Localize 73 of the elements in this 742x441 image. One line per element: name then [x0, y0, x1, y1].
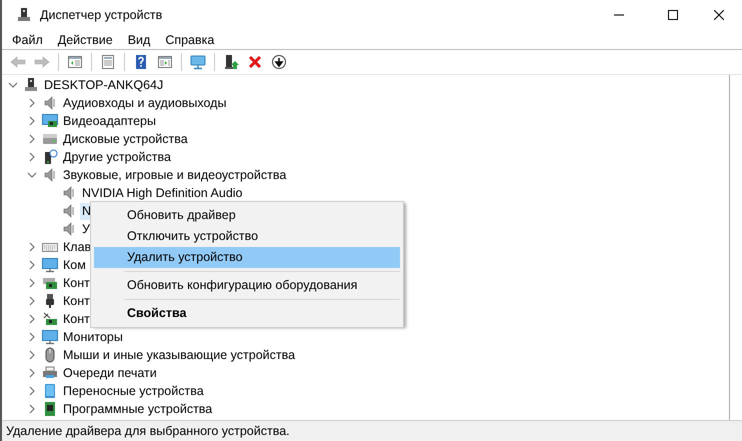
tree-item[interactable]: Очереди печати — [61, 364, 159, 382]
context-menu-item[interactable]: Отключить устройство — [94, 226, 400, 247]
expand-chevron-icon[interactable] — [27, 404, 37, 414]
expand-chevron-icon[interactable] — [27, 368, 37, 378]
speaker-icon — [42, 167, 58, 183]
speaker-icon — [61, 203, 77, 219]
tree-item[interactable]: Аудиовходы и аудиовыходы — [61, 94, 228, 112]
monitor-icon — [42, 329, 58, 345]
monitor-icon — [42, 257, 58, 273]
tree-item[interactable]: Ком — [61, 256, 88, 274]
driver-update-icon[interactable] — [223, 54, 239, 70]
expand-chevron-icon[interactable] — [27, 242, 37, 252]
context-menu-item[interactable]: Свойства — [94, 303, 400, 324]
window-title: Диспетчер устройств — [40, 8, 162, 22]
expand-chevron-icon[interactable] — [27, 260, 37, 270]
expand-chevron-icon[interactable] — [27, 296, 37, 306]
monitor-icon[interactable] — [190, 54, 206, 70]
graphics-card-icon — [42, 113, 58, 129]
expand-chevron-icon[interactable] — [27, 152, 37, 162]
menu-item[interactable]: Вид — [122, 32, 156, 48]
speaker-icon — [61, 185, 77, 201]
tree-item[interactable]: Видеоадаптеры — [61, 112, 158, 130]
context-menu-item[interactable]: Удалить устройство — [94, 247, 400, 268]
tree-item[interactable]: Конт — [61, 274, 92, 292]
context-menu-item[interactable]: Обновить конфигурацию оборудования — [94, 275, 400, 296]
circuit-board-icon — [42, 275, 58, 291]
tree-item[interactable]: Другие устройства — [61, 148, 173, 166]
menu-item[interactable]: Справка — [159, 32, 220, 48]
document-icon[interactable] — [100, 54, 116, 70]
app-icon — [16, 7, 32, 23]
context-menu-item[interactable]: Обновить драйвер — [94, 205, 400, 226]
tree-item[interactable]: Мыши и иные указывающие устройства — [61, 346, 298, 364]
speaker-icon — [61, 221, 77, 237]
expand-chevron-icon[interactable] — [27, 350, 37, 360]
expand-chevron-icon[interactable] — [27, 278, 37, 288]
expand-chevron-icon[interactable] — [27, 134, 37, 144]
download-icon[interactable] — [271, 54, 287, 70]
menu-item[interactable]: Файл — [6, 32, 49, 48]
storage-controller-icon — [42, 311, 58, 327]
panel-icon[interactable] — [157, 54, 173, 70]
disk-drive-icon — [42, 131, 58, 147]
unknown-device-icon — [42, 149, 58, 165]
tree-item[interactable]: Конт — [61, 292, 92, 310]
minimize-icon[interactable] — [614, 14, 624, 16]
cross-icon[interactable] — [247, 54, 263, 70]
speaker-icon — [42, 95, 58, 111]
collapse-chevron-icon[interactable] — [27, 170, 37, 180]
menu-item[interactable]: Действие — [52, 32, 119, 48]
help-icon[interactable] — [133, 54, 149, 70]
tree-item[interactable]: DESKTOP-ANKQ64J — [42, 76, 166, 94]
collapse-chevron-icon[interactable] — [8, 80, 18, 90]
chip-icon — [42, 401, 58, 417]
tree-item[interactable]: Звуковые, игровые и видеоустройства — [61, 166, 288, 184]
tree-item[interactable]: Конт — [61, 310, 92, 328]
tree-item[interactable]: У — [80, 220, 92, 238]
tree-item[interactable]: Переносные устройства — [61, 382, 206, 400]
computer-icon — [23, 77, 39, 93]
tree-item[interactable]: Программные устройства — [61, 400, 214, 418]
expand-chevron-icon[interactable] — [27, 386, 37, 396]
expand-chevron-icon[interactable] — [27, 314, 37, 324]
tree-item[interactable]: Мониторы — [61, 328, 125, 346]
maximize-icon[interactable] — [668, 10, 678, 20]
tablet-icon — [42, 383, 58, 399]
expand-chevron-icon[interactable] — [27, 116, 37, 126]
expand-chevron-icon[interactable] — [27, 332, 37, 342]
panel-icon[interactable] — [67, 54, 83, 70]
status-text: Удаление драйвера для выбранного устройства. — [6, 424, 290, 438]
tree-item[interactable]: Дисковые устройства — [61, 130, 190, 148]
close-icon[interactable] — [714, 10, 724, 20]
printer-icon — [42, 365, 58, 381]
tree-item[interactable]: NVIDIA High Definition Audio — [80, 184, 245, 202]
expand-chevron-icon[interactable] — [27, 98, 37, 108]
tree-item[interactable]: Клав — [61, 238, 94, 256]
